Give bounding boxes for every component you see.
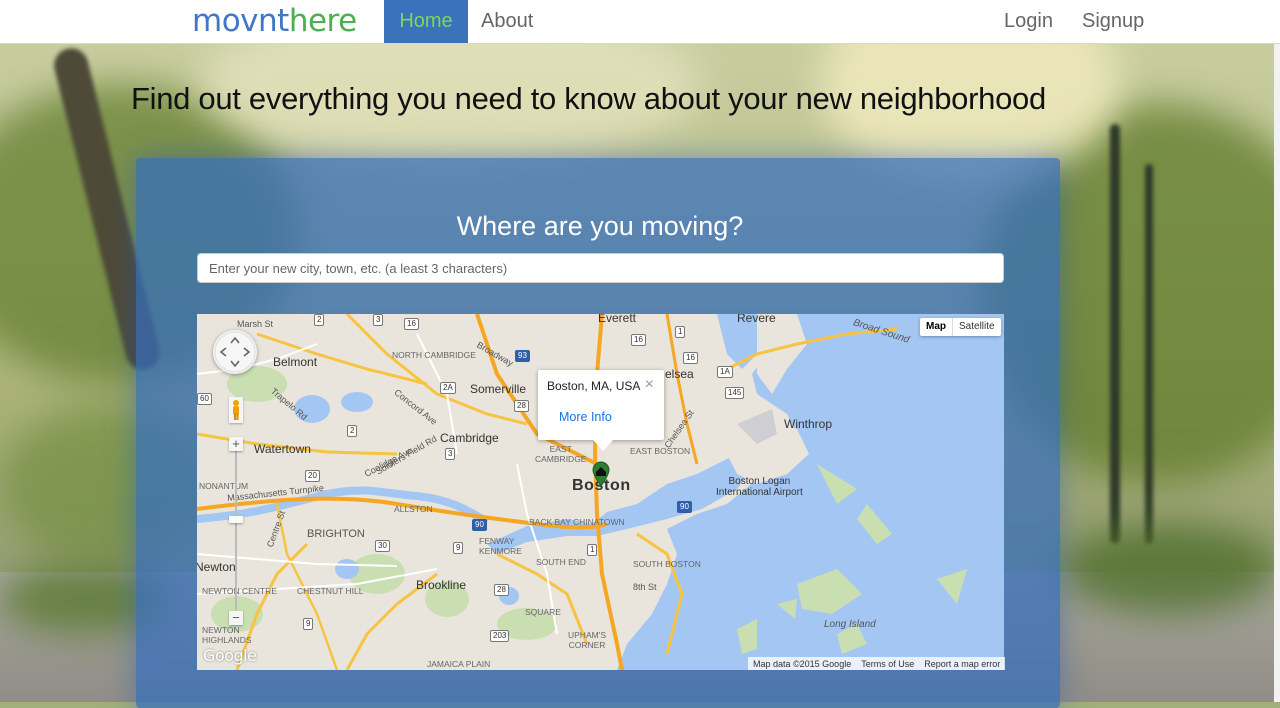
map-type-satellite-button[interactable]: Satellite [953, 318, 1001, 336]
zoom-slider-track[interactable] [235, 440, 237, 610]
map-canvas[interactable]: Marsh St Belmont NORTH CAMBRIDGE Somervi… [197, 314, 1004, 670]
map-label-nonantum: NONANTUM [199, 481, 249, 491]
map-label-brookline: Brookline [416, 578, 467, 592]
map-data-credit: Map data ©2015 Google [753, 658, 852, 669]
route-shield: 90 [677, 501, 692, 513]
route-shield: 9 [303, 618, 314, 630]
map-label-8th-st: 8th St [633, 582, 657, 592]
more-info-link[interactable]: More Info [559, 410, 612, 424]
map-type-map-button[interactable]: Map [920, 318, 953, 336]
map-label-jamaica-plain: JAMAICA PLAIN [427, 659, 491, 669]
route-shield: 9 [453, 542, 464, 554]
route-shield: 60 [197, 393, 212, 405]
map-label-allston: ALLSTON [394, 504, 433, 514]
map-label-newton: Newton [197, 560, 236, 574]
nav-signup-link[interactable]: Signup [1068, 0, 1158, 43]
nav-login-link[interactable]: Login [990, 0, 1067, 43]
route-shield: 1 [675, 326, 686, 338]
map-label-winthrop: Winthrop [784, 417, 833, 431]
route-shield: 90 [472, 519, 487, 531]
map-label-back-bay: BACK BAY [529, 517, 571, 527]
route-shield: 28 [514, 400, 529, 412]
terms-of-use-link[interactable]: Terms of Use [861, 659, 914, 669]
brand-logo[interactable]: movnt here [192, 2, 357, 40]
route-shield: 2 [314, 314, 325, 326]
map-label-south-boston: SOUTH BOSTON [633, 559, 701, 569]
report-map-error-link[interactable]: Report a map error [924, 659, 1000, 669]
map-type-control: Map Satellite [920, 318, 1001, 336]
route-shield: 93 [515, 350, 530, 362]
map-label-square: SQUARE [525, 607, 561, 617]
map-attribution-bar: Map data ©2015 Google Terms of Use Repor… [748, 657, 1006, 670]
map-label-chinatown: CHINATOWN [573, 517, 625, 527]
route-shield: 2A [440, 382, 456, 394]
pan-arrows-icon [214, 331, 256, 373]
zoom-in-button[interactable]: + [229, 437, 243, 451]
map-label-belmont: Belmont [273, 355, 318, 369]
close-icon[interactable]: × [645, 376, 654, 394]
map-label-chestnut-hill: CHESTNUT HILL [297, 586, 364, 596]
nav-home-link[interactable]: Home [384, 0, 468, 43]
search-panel-title: Where are you moving? [456, 211, 744, 241]
map-label-north-cambridge: NORTH CAMBRIDGE [392, 350, 476, 360]
map-label-chelsea: elsea [665, 367, 694, 381]
route-shield: 30 [375, 540, 390, 552]
route-shield: 28 [494, 584, 509, 596]
map-label-brighton: BRIGHTON [307, 528, 365, 540]
map-label-somerville: Somerville [470, 382, 527, 396]
map-label-revere: Revere [737, 314, 776, 325]
map-label-newton-centre: NEWTON CENTRE [202, 586, 277, 596]
route-shield: 145 [725, 387, 745, 399]
route-shield: 3 [445, 448, 456, 460]
route-shield: 16 [404, 318, 419, 330]
nav-about-link[interactable]: About [467, 0, 547, 43]
map-label-long-island: Long Island [824, 619, 876, 630]
route-shield: 2 [347, 425, 358, 437]
zoom-slider-handle[interactable] [229, 516, 243, 523]
map-label-everett: Everett [598, 314, 637, 325]
route-shield: 20 [305, 470, 320, 482]
map-label-fenway: FENWAY KENMORE [479, 536, 522, 556]
route-shield: 1 [587, 544, 598, 556]
zoom-out-button[interactable]: − [229, 611, 243, 625]
route-shield: 16 [683, 352, 698, 364]
route-shield: 1A [717, 366, 733, 378]
map-label-marsh: Marsh St [237, 319, 274, 329]
map-label-south-end: SOUTH END [536, 557, 587, 567]
pan-control[interactable] [213, 330, 257, 374]
info-window-title: Boston, MA, USA [547, 379, 641, 393]
map-label-cambridge: Cambridge [440, 431, 499, 445]
top-navbar: movnt here Home About Login Signup [0, 0, 1280, 44]
map-label-east-boston: EAST BOSTON [630, 446, 691, 456]
map-label-watertown: Watertown [254, 442, 311, 456]
route-shield: 3 [373, 314, 384, 326]
location-search-input[interactable] [197, 253, 1004, 283]
map-label-newton-highlands: NEWTON HIGHLANDS [202, 625, 252, 645]
page-headline: Find out everything you need to know abo… [131, 81, 1046, 116]
map-label-east-cambridge: EAST CAMBRIDGE [535, 444, 587, 464]
street-view-pegman-icon[interactable] [229, 397, 243, 423]
google-logo[interactable]: Google [203, 646, 257, 665]
page-scrollbar[interactable] [1274, 44, 1280, 702]
info-window: Boston, MA, USA × More Info [538, 370, 664, 451]
route-shield: 16 [631, 334, 646, 346]
map-label-uphams-corner: UPHAM'S CORNER [568, 630, 606, 650]
brand-text: movnt [192, 3, 289, 39]
route-shield: 203 [490, 630, 510, 642]
map-label-airport: Boston Logan International Airport [716, 476, 803, 498]
brand-accent-text: here [288, 3, 357, 39]
location-marker-icon[interactable] [591, 461, 611, 492]
